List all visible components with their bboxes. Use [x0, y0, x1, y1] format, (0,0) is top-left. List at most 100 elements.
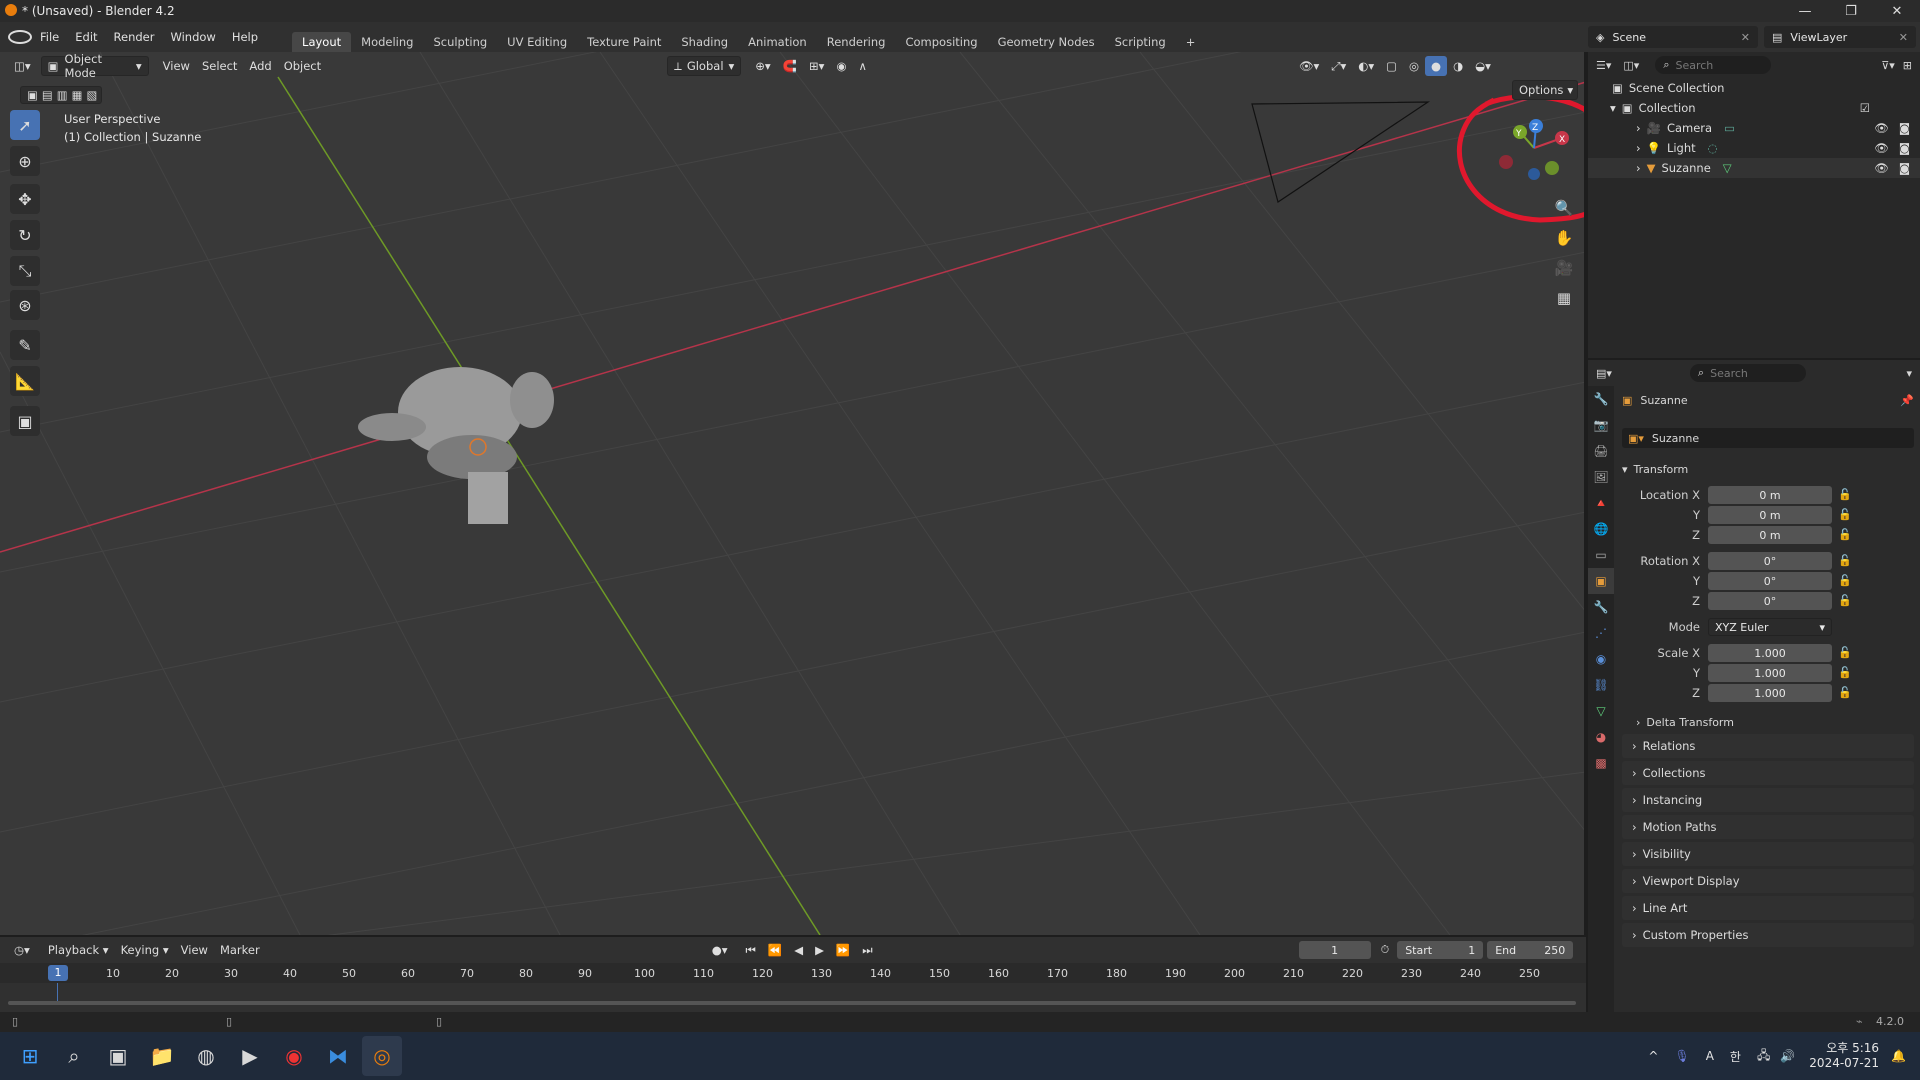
rotation-y-field[interactable]: 0° [1708, 572, 1832, 590]
chevron-down-icon[interactable]: ▾ [1906, 367, 1912, 380]
material-tab-icon[interactable]: ◕ [1588, 724, 1614, 750]
jump-start-icon[interactable]: ⏮ [740, 940, 762, 960]
pan-hand-icon[interactable]: ✋ [1550, 224, 1578, 252]
modifier-tab-icon[interactable]: 🔧 [1588, 594, 1614, 620]
close-icon[interactable]: ✕ [1741, 31, 1750, 44]
youtube-music-icon[interactable]: ◉ [274, 1036, 314, 1076]
lock-icon[interactable]: 🔓 [1838, 488, 1852, 501]
timeline-menu-keying[interactable]: Keying ▾ [115, 940, 175, 960]
camera-object[interactable] [1251, 101, 1431, 203]
scene-collection-row[interactable]: ▣ Scene Collection [1588, 78, 1920, 98]
measure-tool[interactable]: 📐 [10, 366, 40, 396]
scale-y-field[interactable]: 1.000 [1708, 664, 1832, 682]
jump-end-icon[interactable]: ⏭ [856, 940, 878, 960]
chevron-down-icon[interactable]: ▾ [1610, 101, 1616, 115]
falloff-icon[interactable]: ∧ [853, 56, 873, 76]
3d-viewport[interactable]: X Y Z ◫▾ ▣ Object Mode ▾ View Select Add… [0, 52, 1586, 935]
render-camera-icon[interactable]: ◙ [1899, 121, 1910, 135]
outliner-item-camera[interactable]: › 🎥 Camera ▭ 👁 ◙ [1588, 118, 1920, 138]
cursor-tool[interactable]: ⊕ [10, 146, 40, 176]
volume-icon[interactable]: 🔊 [1780, 1049, 1795, 1063]
rotation-z-field[interactable]: 0° [1708, 592, 1832, 610]
physics-tab-icon[interactable]: ◉ [1588, 646, 1614, 672]
annotate-tool[interactable]: ✎ [10, 330, 40, 360]
network-icon[interactable]: 🖧 [1757, 1046, 1770, 1067]
add-workspace-icon[interactable]: + [1176, 32, 1206, 52]
jump-keyframe-forward-icon[interactable]: ⏩ [830, 940, 856, 960]
viewport-menu-object[interactable]: Object [278, 56, 327, 76]
particles-tab-icon[interactable]: ⋰ [1588, 620, 1614, 646]
close-icon[interactable]: ✕ [1899, 31, 1908, 44]
gizmo-toggle-icon[interactable]: ⤢▾ [1325, 56, 1352, 76]
select-subtract-icon[interactable]: ▥ [57, 88, 68, 102]
menu-help[interactable]: Help [224, 30, 266, 44]
proportional-edit-icon[interactable]: ◉ [830, 56, 852, 76]
editor-type-icon[interactable]: ◫▾ [8, 56, 37, 76]
render-tab-icon[interactable]: 📷 [1588, 412, 1614, 438]
file-explorer-icon[interactable]: 📁 [142, 1036, 182, 1076]
play-reverse-icon[interactable]: ◀ [788, 940, 809, 960]
snap-icon[interactable]: 🧲 [777, 56, 803, 76]
rendered-shading-icon[interactable]: ◒▾ [1469, 56, 1497, 76]
menu-edit[interactable]: Edit [67, 30, 105, 44]
perspective-toggle-icon[interactable]: ▦ [1550, 284, 1578, 312]
snap-target-icon[interactable]: ⊞▾ [803, 56, 830, 76]
viewport-display-panel[interactable]: › Viewport Display [1622, 869, 1914, 893]
playhead-indicator[interactable]: 1 [48, 965, 68, 981]
lock-icon[interactable]: 🔓 [1838, 508, 1852, 521]
outliner-item-suzanne[interactable]: › ▼ Suzanne ▽ 👁 ◙ [1588, 158, 1920, 178]
collection-row[interactable]: ▾ ▣ Collection ☑ [1588, 98, 1920, 118]
world-tab-icon[interactable]: 🌐 [1588, 516, 1614, 542]
tab-layout[interactable]: Layout [292, 32, 352, 52]
lock-icon[interactable]: 🔓 [1838, 646, 1852, 659]
zoom-icon[interactable]: 🔍 [1550, 194, 1578, 222]
tab-rendering[interactable]: Rendering [817, 32, 896, 52]
chevron-right-icon[interactable]: › [1636, 121, 1641, 135]
chevron-up-icon[interactable]: ^ [1648, 1049, 1658, 1063]
output-tab-icon[interactable]: 🖨 [1588, 438, 1614, 464]
menu-window[interactable]: Window [162, 30, 223, 44]
current-frame-field[interactable]: 1 [1298, 941, 1371, 959]
tab-sculpting[interactable]: Sculpting [423, 32, 497, 52]
custom-properties-panel[interactable]: › Custom Properties [1622, 923, 1914, 947]
chrome-icon[interactable]: ◍ [186, 1036, 226, 1076]
timeline-menu-marker[interactable]: Marker [214, 940, 266, 960]
properties-editor-icon[interactable]: ▤▾ [1596, 367, 1612, 380]
view-layer-tab-icon[interactable]: 🖼 [1588, 464, 1614, 490]
minimize-icon[interactable]: — [1782, 0, 1828, 22]
viewport-menu-add[interactable]: Add [243, 56, 277, 76]
lock-icon[interactable]: 🔓 [1838, 666, 1852, 679]
add-cube-tool[interactable]: ▣ [10, 406, 40, 436]
pivot-icon[interactable]: ⊕▾ [749, 56, 776, 76]
object-name-field[interactable]: ▣▾ Suzanne [1622, 428, 1914, 448]
jump-keyframe-back-icon[interactable]: ⏪ [762, 940, 788, 960]
microphone-icon[interactable]: 🎙 [1674, 1049, 1689, 1063]
object-tab-icon[interactable]: ▣ [1588, 568, 1614, 594]
material-shading-icon[interactable]: ◑ [1447, 56, 1469, 76]
xray-icon[interactable]: ▢ [1380, 56, 1403, 76]
overlay-icon[interactable]: ◐▾ [1352, 56, 1380, 76]
select-intersect-icon[interactable]: ▧ [87, 88, 98, 102]
lock-icon[interactable]: 🔓 [1838, 574, 1852, 587]
chevron-right-icon[interactable]: › [1636, 141, 1641, 155]
outliner-item-light[interactable]: › 💡 Light ◌ 👁 ◙ [1588, 138, 1920, 158]
collection-tab-icon[interactable]: ▭ [1588, 542, 1614, 568]
rotate-tool[interactable]: ↻ [10, 220, 40, 250]
rotation-mode-select[interactable]: XYZ Euler ▾ [1708, 618, 1832, 636]
tab-scripting[interactable]: Scripting [1105, 32, 1176, 52]
pin-icon[interactable]: 📌 [1900, 394, 1914, 407]
options-button[interactable]: Options ▾ [1512, 80, 1578, 100]
timeline-menu-view[interactable]: View [175, 940, 214, 960]
view-layer-selector[interactable]: ▤ ViewLayer ✕ [1764, 26, 1916, 48]
lock-icon[interactable]: 🔓 [1838, 686, 1852, 699]
start-frame-field[interactable]: Start 1 [1397, 941, 1484, 959]
windows-start-icon[interactable]: ⊞ [10, 1036, 50, 1076]
search-icon[interactable]: ⌕ [54, 1036, 94, 1076]
blender-taskbar-icon[interactable]: ◎ [362, 1036, 402, 1076]
rotation-x-field[interactable]: 0° [1708, 552, 1832, 570]
checkbox-icon[interactable]: ☑ [1860, 101, 1870, 115]
menu-render[interactable]: Render [106, 30, 163, 44]
tab-uv-editing[interactable]: UV Editing [497, 32, 577, 52]
viewport-menu-view[interactable]: View [157, 56, 196, 76]
tab-geometry-nodes[interactable]: Geometry Nodes [988, 32, 1105, 52]
